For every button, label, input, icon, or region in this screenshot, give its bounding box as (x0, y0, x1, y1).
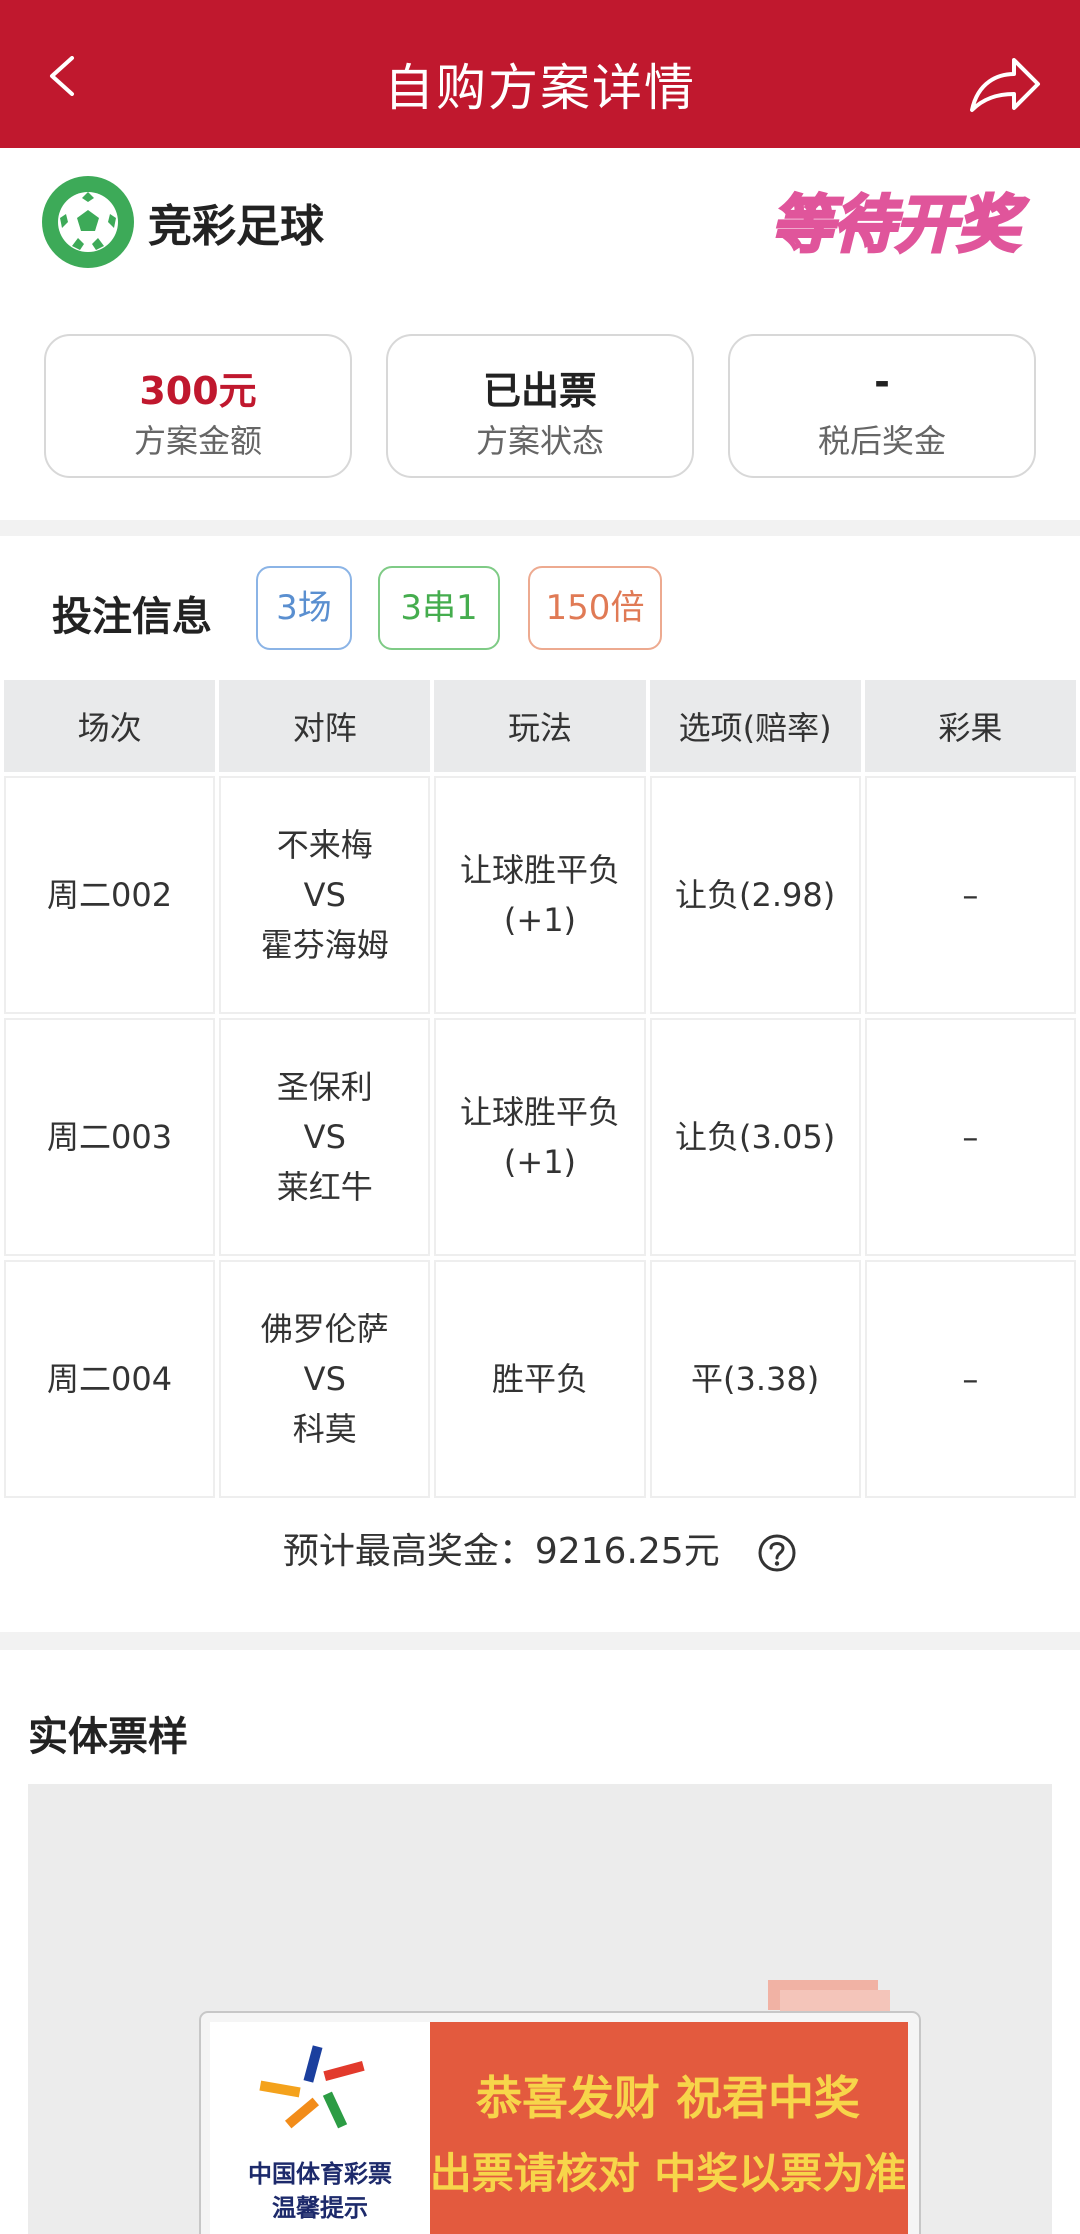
section-divider (0, 1632, 1080, 1650)
summary-card-status: 已出票 方案状态 (386, 334, 694, 478)
summary-cards: 300元 方案金额 已出票 方案状态 - 税后奖金 (44, 334, 1036, 478)
handicap: (+1) (503, 901, 577, 939)
handicap: (+1) (503, 1143, 577, 1181)
max-prize: 预计最高奖金：9216.25元 (0, 1522, 1080, 1574)
play-cell: 让球胜平负 (+1) (434, 776, 646, 1014)
home-team: 圣保利 (276, 1068, 373, 1106)
option-cell: 平(3.38) (649, 1260, 861, 1498)
ticket-sample-image: 中国体育彩票 温馨提示 恭喜发财 祝君中奖 出票请核对 中奖以票为准 (28, 1784, 1052, 2234)
table-row: 周二004 佛罗伦萨 VS 科莫 胜平负 平(3.38) – (4, 1260, 1076, 1498)
ticket-sample-title: 实体票样 (28, 1714, 188, 1760)
summary-card-amount: 300元 方案金额 (44, 334, 352, 478)
bet-info-label: 投注信息 (52, 594, 212, 640)
org-name: 中国体育彩票 (248, 2160, 392, 2188)
play-type: 让球胜平负 (459, 851, 620, 889)
play-cell: 胜平负 (434, 1260, 646, 1498)
away-team: 霍芬海姆 (260, 926, 389, 964)
matches-table: 场次 对阵 玩法 选项(赔率) 彩果 周二002 不来梅 VS 霍芬海姆 让球胜… (0, 676, 1080, 1502)
header-option: 选项(赔率) (649, 680, 861, 772)
prize-label: 税后奖金 (817, 422, 946, 460)
help-icon[interactable] (757, 1533, 797, 1573)
page-title: 自购方案详情 (384, 59, 696, 117)
ticket-sample-photo[interactable]: 中国体育彩票 温馨提示 恭喜发财 祝君中奖 出票请核对 中奖以票为准 (28, 1784, 1052, 2234)
ticket-line-1: 恭喜发财 祝君中奖 (475, 2071, 860, 2125)
vs-label: VS (303, 1118, 346, 1156)
table-header-row: 场次 对阵 玩法 选项(赔率) 彩果 (4, 680, 1076, 772)
vs-label: VS (303, 1360, 346, 1398)
status-stamp-text: 等待开奖 (771, 188, 1029, 261)
home-team: 佛罗伦萨 (260, 1310, 389, 1348)
session-cell: 周二002 (4, 776, 216, 1014)
matchup-cell: 佛罗伦萨 VS 科莫 (219, 1260, 431, 1498)
prize-value: - (874, 360, 890, 404)
header-session: 场次 (4, 680, 216, 772)
org-sub: 温馨提示 (272, 2194, 368, 2222)
play-type: 让球胜平负 (459, 1093, 620, 1131)
matchup-cell: 不来梅 VS 霍芬海姆 (219, 776, 431, 1014)
soccer-ball-icon (42, 176, 134, 268)
session-cell: 周二004 (4, 1260, 216, 1498)
tag-multiplier: 150倍 (528, 566, 662, 650)
away-team: 莱红牛 (276, 1168, 373, 1206)
amount-value: 300元 (139, 369, 257, 413)
result-cell: – (864, 1260, 1076, 1498)
header-matchup: 对阵 (219, 680, 431, 772)
tag-parlay: 3串1 (378, 566, 500, 650)
option-cell: 让负(3.05) (649, 1018, 861, 1256)
tag-matches: 3场 (256, 566, 352, 650)
session-cell: 周二003 (4, 1018, 216, 1256)
status-label: 方案状态 (475, 422, 604, 460)
ticket-line-2: 出票请核对 中奖以票为准 (430, 2149, 907, 2198)
top-bar: 自购方案详情 (0, 0, 1080, 148)
lottery-name: 竞彩足球 (148, 201, 324, 252)
section-divider (0, 520, 1080, 536)
option-cell: 让负(2.98) (649, 776, 861, 1014)
play-type: 胜平负 (491, 1360, 588, 1398)
status-stamp: 等待开奖 (769, 187, 1030, 263)
header-play: 玩法 (434, 680, 646, 772)
home-team: 不来梅 (276, 826, 373, 864)
result-cell: – (864, 1018, 1076, 1256)
result-cell: – (864, 776, 1076, 1014)
table-row: 周二002 不来梅 VS 霍芬海姆 让球胜平负 (+1) 让负(2.98) – (4, 776, 1076, 1014)
summary-card-prize: - 税后奖金 (728, 334, 1036, 478)
amount-label: 方案金额 (133, 422, 262, 460)
play-cell: 让球胜平负 (+1) (434, 1018, 646, 1256)
status-value: 已出票 (482, 369, 597, 413)
table-row: 周二003 圣保利 VS 莱红牛 让球胜平负 (+1) 让负(3.05) – (4, 1018, 1076, 1256)
share-icon[interactable] (968, 52, 1042, 116)
max-prize-text: 预计最高奖金：9216.25元 (282, 1531, 720, 1572)
vs-label: VS (303, 876, 346, 914)
matchup-cell: 圣保利 VS 莱红牛 (219, 1018, 431, 1256)
away-team: 科莫 (292, 1410, 357, 1448)
header-result: 彩果 (864, 680, 1076, 772)
